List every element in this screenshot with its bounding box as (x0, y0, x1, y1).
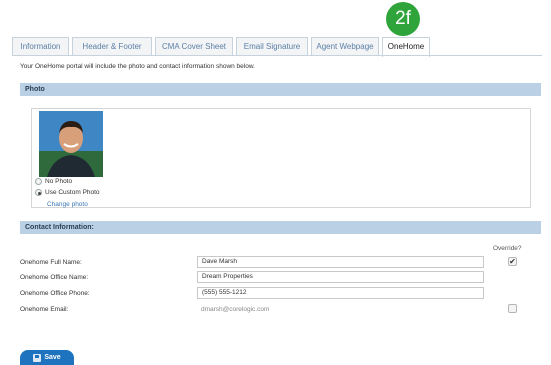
photo-panel: No Photo Use Custom Photo Change photo (31, 108, 531, 208)
tab-header-footer[interactable]: Header & Footer (72, 37, 152, 56)
save-button-label: Save (44, 354, 61, 361)
contact-section-header: Contact Information: (20, 221, 541, 234)
full-name-label: Onehome Full Name: (20, 259, 82, 266)
save-icon (33, 353, 42, 362)
custom-photo-radio[interactable] (35, 189, 42, 196)
email-value: dmarsh@corelogic.com (201, 306, 270, 313)
tab-email-signature[interactable]: Email Signature (236, 37, 308, 56)
no-photo-option[interactable]: No Photo (35, 178, 72, 185)
full-name-input[interactable]: Dave Marsh (197, 256, 484, 268)
avatar (39, 111, 103, 177)
override-column-label: Override? (493, 245, 522, 252)
change-photo-link[interactable]: Change photo (47, 201, 88, 208)
custom-photo-label: Use Custom Photo (45, 189, 100, 196)
custom-photo-option[interactable]: Use Custom Photo (35, 189, 100, 196)
email-label: Onehome Email: (20, 306, 69, 313)
photo-section-header: Photo (20, 83, 541, 96)
tab-agent-webpage[interactable]: Agent Webpage (311, 37, 379, 56)
office-phone-input[interactable]: (555) 555-1212 (197, 287, 484, 299)
save-button[interactable]: Save (20, 350, 74, 365)
tab-information[interactable]: Information (12, 37, 69, 56)
tab-onehome[interactable]: OneHome (382, 37, 430, 57)
office-phone-label: Onehome Office Phone: (20, 290, 90, 297)
tab-cma-cover-sheet[interactable]: CMA Cover Sheet (155, 37, 233, 56)
email-override-checkbox[interactable] (508, 304, 517, 313)
office-name-input[interactable]: Dream Properties (197, 271, 484, 283)
no-photo-label: No Photo (45, 178, 73, 185)
full-name-override-checkbox[interactable]: ✔ (508, 257, 517, 266)
tab-divider (12, 55, 542, 56)
no-photo-radio[interactable] (35, 178, 42, 185)
intro-text: Your OneHome portal will include the pho… (20, 63, 255, 70)
step-badge: 2f (386, 2, 420, 36)
office-name-label: Onehome Office Name: (20, 274, 89, 281)
